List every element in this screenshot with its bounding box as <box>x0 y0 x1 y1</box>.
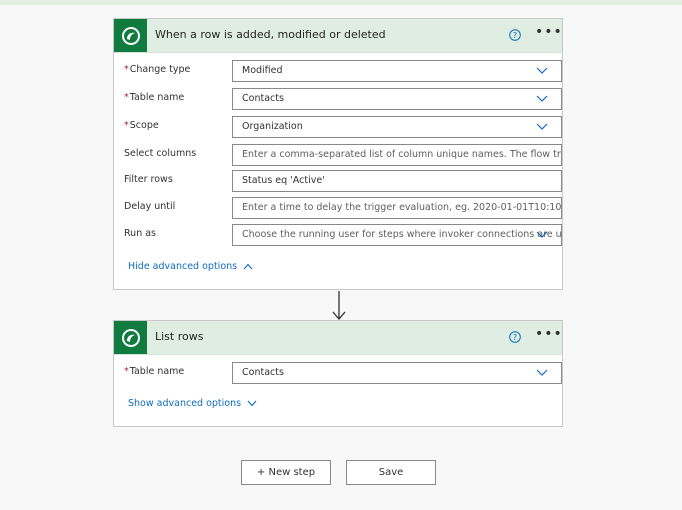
list-rows-card-header[interactable]: List rows ? ••• <box>114 321 562 355</box>
list-rows-card: List rows ? ••• *Table name Contacts Sho… <box>113 320 563 427</box>
table-name-dropdown[interactable]: Contacts <box>232 88 562 110</box>
help-icon[interactable]: ? <box>509 29 521 41</box>
chevron-down-icon <box>536 231 548 238</box>
scope-dropdown[interactable]: Organization <box>232 116 562 138</box>
chevron-down-icon <box>536 123 548 130</box>
change-type-value: Modified <box>242 65 283 76</box>
scope-label: *Scope <box>124 120 159 131</box>
more-options-icon[interactable]: ••• <box>535 327 562 343</box>
required-marker: * <box>124 120 129 131</box>
svg-text:?: ? <box>513 333 517 342</box>
help-icon[interactable]: ? <box>509 331 521 343</box>
filter-rows-input[interactable]: Status eq 'Active' <box>232 170 562 192</box>
chevron-down-icon <box>536 67 548 74</box>
svg-text:?: ? <box>513 31 517 40</box>
list-table-name-value: Contacts <box>242 367 284 378</box>
chevron-down-icon <box>247 400 257 407</box>
scope-row: *Scope Organization <box>124 116 562 138</box>
required-marker: * <box>124 92 129 103</box>
delay-until-label: Delay until <box>124 201 176 212</box>
chevron-up-icon <box>243 263 253 270</box>
change-type-dropdown[interactable]: Modified <box>232 60 562 82</box>
trigger-card-header[interactable]: When a row is added, modified or deleted… <box>114 19 562 53</box>
table-name-value: Contacts <box>242 93 284 104</box>
select-columns-row: Select columns Enter a comma-separated l… <box>124 144 562 166</box>
chevron-down-icon <box>536 95 548 102</box>
scope-value: Organization <box>242 121 303 132</box>
required-marker: * <box>124 64 129 75</box>
show-advanced-options-text: Show advanced options <box>128 398 242 409</box>
list-table-name-dropdown[interactable]: Contacts <box>232 362 562 384</box>
top-strip <box>0 0 682 5</box>
save-button[interactable]: Save <box>346 460 436 485</box>
table-name-label-text: Table name <box>129 92 185 103</box>
run-as-label: Run as <box>124 228 157 239</box>
show-advanced-options-link[interactable]: Show advanced options <box>128 398 257 409</box>
scope-label-text: Scope <box>129 120 159 131</box>
filter-rows-row: Filter rows Status eq 'Active' <box>124 170 562 192</box>
required-marker: * <box>124 366 129 377</box>
run-as-row: Run as Choose the running user for steps… <box>124 224 562 246</box>
change-type-row: *Change type Modified <box>124 60 562 82</box>
filter-rows-label: Filter rows <box>124 174 173 185</box>
dataverse-icon <box>114 321 147 354</box>
list-table-name-label: *Table name <box>124 366 184 377</box>
table-name-label: *Table name <box>124 92 184 103</box>
select-columns-label: Select columns <box>124 148 197 159</box>
hide-advanced-options-text: Hide advanced options <box>128 261 238 272</box>
more-options-icon[interactable]: ••• <box>535 25 562 41</box>
arrow-down-icon <box>332 291 346 320</box>
hide-advanced-options-link[interactable]: Hide advanced options <box>128 261 253 272</box>
trigger-card: When a row is added, modified or deleted… <box>113 18 563 290</box>
trigger-title: When a row is added, modified or deleted <box>155 28 386 41</box>
delay-until-row: Delay until Enter a time to delay the tr… <box>124 197 562 219</box>
run-as-placeholder: Choose the running user for steps where … <box>242 229 562 240</box>
run-as-dropdown[interactable]: Choose the running user for steps where … <box>232 224 562 246</box>
table-name-row: *Table name Contacts <box>124 88 562 110</box>
change-type-label-text: Change type <box>129 64 191 75</box>
select-columns-input[interactable]: Enter a comma-separated list of column u… <box>232 144 562 166</box>
list-rows-title: List rows <box>155 330 204 343</box>
list-table-name-row: *Table name Contacts <box>124 362 562 384</box>
delay-until-input[interactable]: Enter a time to delay the trigger evalua… <box>232 197 562 219</box>
change-type-label: *Change type <box>124 64 190 75</box>
chevron-down-icon <box>536 369 548 376</box>
new-step-button[interactable]: + New step <box>241 460 331 485</box>
list-table-name-label-text: Table name <box>129 366 185 377</box>
dataverse-icon <box>114 19 147 52</box>
